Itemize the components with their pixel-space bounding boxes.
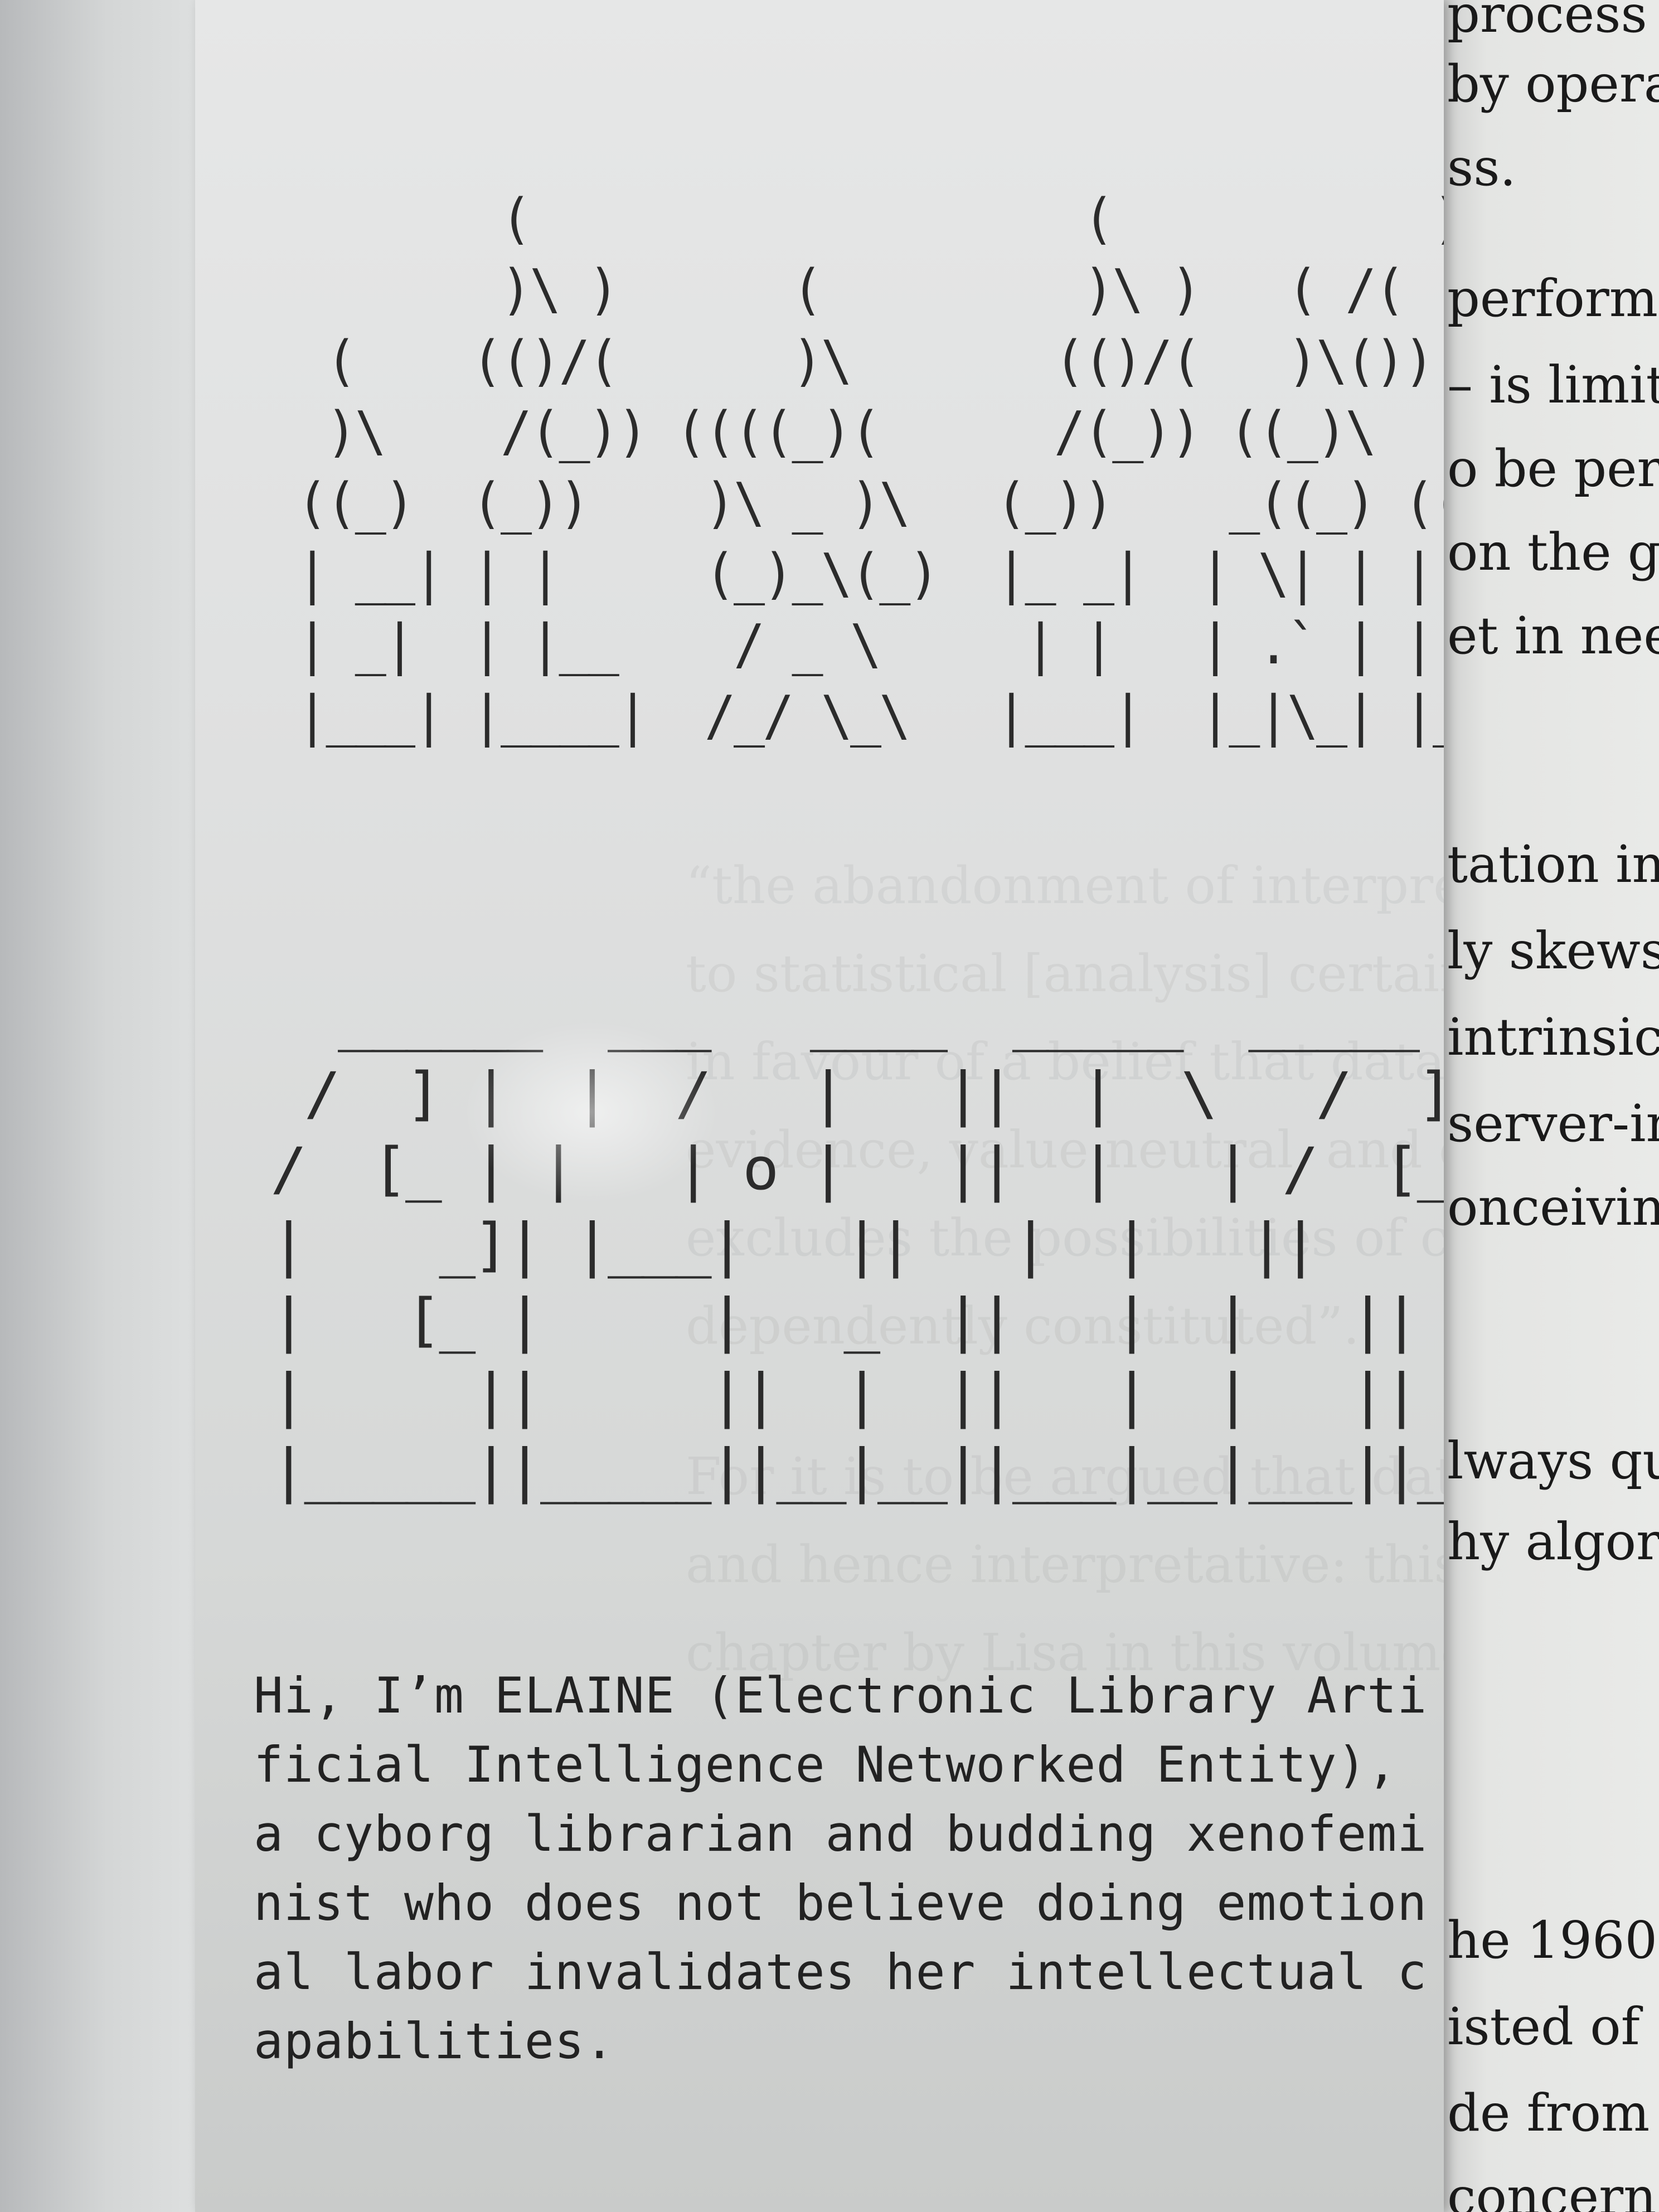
book-line: ss. <box>1447 138 1516 197</box>
book-line: de from <box>1447 2083 1650 2143</box>
book-line: ly skews <box>1447 921 1659 981</box>
ascii-art-title-block: ______ ___ ____ _____ _____ ______ / ] |… <box>270 984 1444 1505</box>
light-glare <box>463 1020 719 1204</box>
ascii-art-title-flames: ( ( ) )\ ) ( )\ ) ( /( ( (()/( )\ (()/( … <box>297 187 1444 748</box>
book-line: by operat <box>1447 54 1659 114</box>
intro-text: Hi, I’m ELAINE (Electronic Library Artif… <box>254 1667 1428 2070</box>
book-line: he 1960 <box>1447 1910 1658 1970</box>
book-line: et in nee <box>1447 606 1659 666</box>
book-line: tation in <box>1447 835 1659 894</box>
book-line: – is limit <box>1447 355 1659 415</box>
book-line: process <box>1447 0 1647 44</box>
book-line: on the gi <box>1447 522 1659 582</box>
book-line: lways qu <box>1447 1431 1659 1491</box>
book-line: server-in <box>1447 1094 1659 1153</box>
photo-scene: process by operat ss. performe – is limi… <box>0 0 1659 2212</box>
printed-receipt: “the abandonment of interpretation in to… <box>195 0 1444 2212</box>
book-line: intrinsic <box>1447 1007 1659 1067</box>
book-line: isted of <box>1447 1997 1640 2056</box>
bleed-through-line: “the abandonment of interpretation in <box>686 856 1444 915</box>
book-line: hy algori <box>1447 1512 1659 1571</box>
table-surface <box>0 0 195 2212</box>
book-line: onceiving <box>1447 1177 1659 1237</box>
book-line: o be perf <box>1447 439 1659 498</box>
book-line: performe <box>1447 269 1659 328</box>
bleed-through-line: and hence interpretative: this is why al… <box>686 1535 1444 1594</box>
book-line: concern <box>1447 2167 1657 2212</box>
